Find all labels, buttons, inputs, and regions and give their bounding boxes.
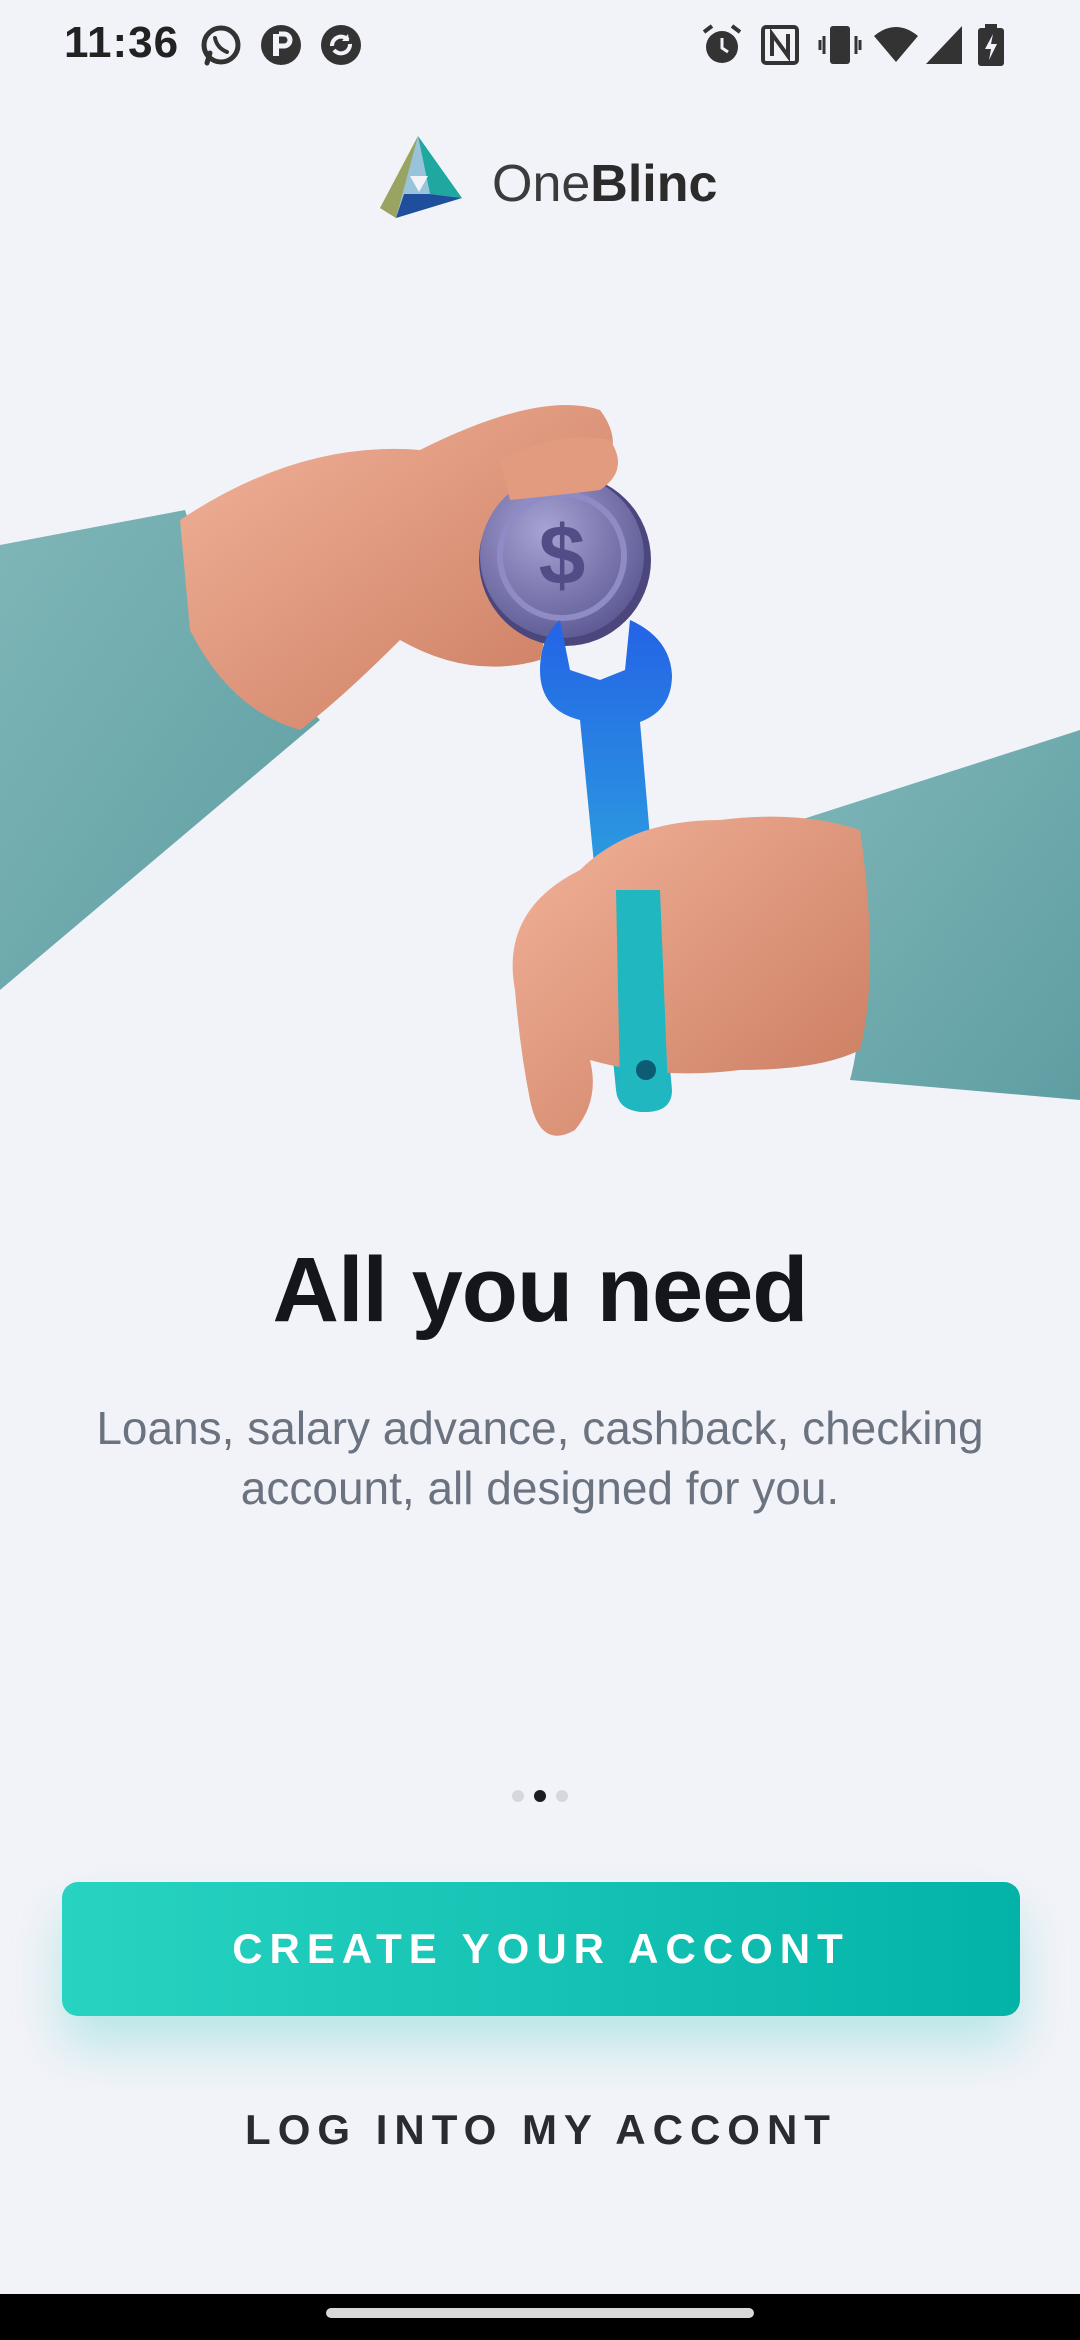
alarm-icon xyxy=(700,22,744,73)
page-dot-1[interactable] xyxy=(512,1790,524,1802)
home-gesture-handle[interactable] xyxy=(326,2308,754,2318)
page-indicator xyxy=(0,1790,1080,1804)
page-dot-3[interactable] xyxy=(556,1790,568,1802)
whatsapp-icon xyxy=(198,22,244,73)
wifi-icon xyxy=(872,22,920,73)
login-button[interactable]: LOG INTO MY ACCONT xyxy=(62,2090,1020,2170)
coin-dollar-icon: $ xyxy=(479,474,651,646)
onboarding-title: All you need xyxy=(272,1239,809,1341)
page-dot-2[interactable] xyxy=(534,1790,546,1802)
system-navigation-bar xyxy=(0,2294,1080,2340)
logo-mark-icon xyxy=(380,136,462,218)
onboarding-subtitle: Loans, salary advance, cashback, checkin… xyxy=(96,1402,984,1514)
right-hand xyxy=(512,816,870,1136)
battery-charging-icon xyxy=(976,22,1006,73)
hero-illustration: $ xyxy=(0,370,1080,1150)
sync-app-icon xyxy=(318,22,364,73)
login-label: LOG INTO MY ACCONT xyxy=(245,2106,837,2153)
status-time: 11:36 xyxy=(64,18,180,67)
create-account-button[interactable]: CREATE YOUR ACCONT xyxy=(62,1882,1020,2016)
nfc-icon xyxy=(760,22,800,73)
signal-icon xyxy=(924,22,964,73)
logo-wordmark: OneBlinc xyxy=(492,154,717,214)
svg-text:$: $ xyxy=(539,508,586,602)
onboarding-screen: 11:36 OneBlinc $ All you need Loans, sal… xyxy=(0,0,1080,2340)
vibrate-icon xyxy=(818,22,862,73)
logo-text-one: One xyxy=(492,155,591,213)
create-account-label: CREATE YOUR ACCONT xyxy=(232,1925,850,1972)
oneblinc-logo: OneBlinc xyxy=(370,132,720,232)
notification-p-icon xyxy=(258,22,304,73)
status-bar: 11:36 xyxy=(0,0,1080,90)
logo-text-blinc: Blinc xyxy=(590,155,718,213)
